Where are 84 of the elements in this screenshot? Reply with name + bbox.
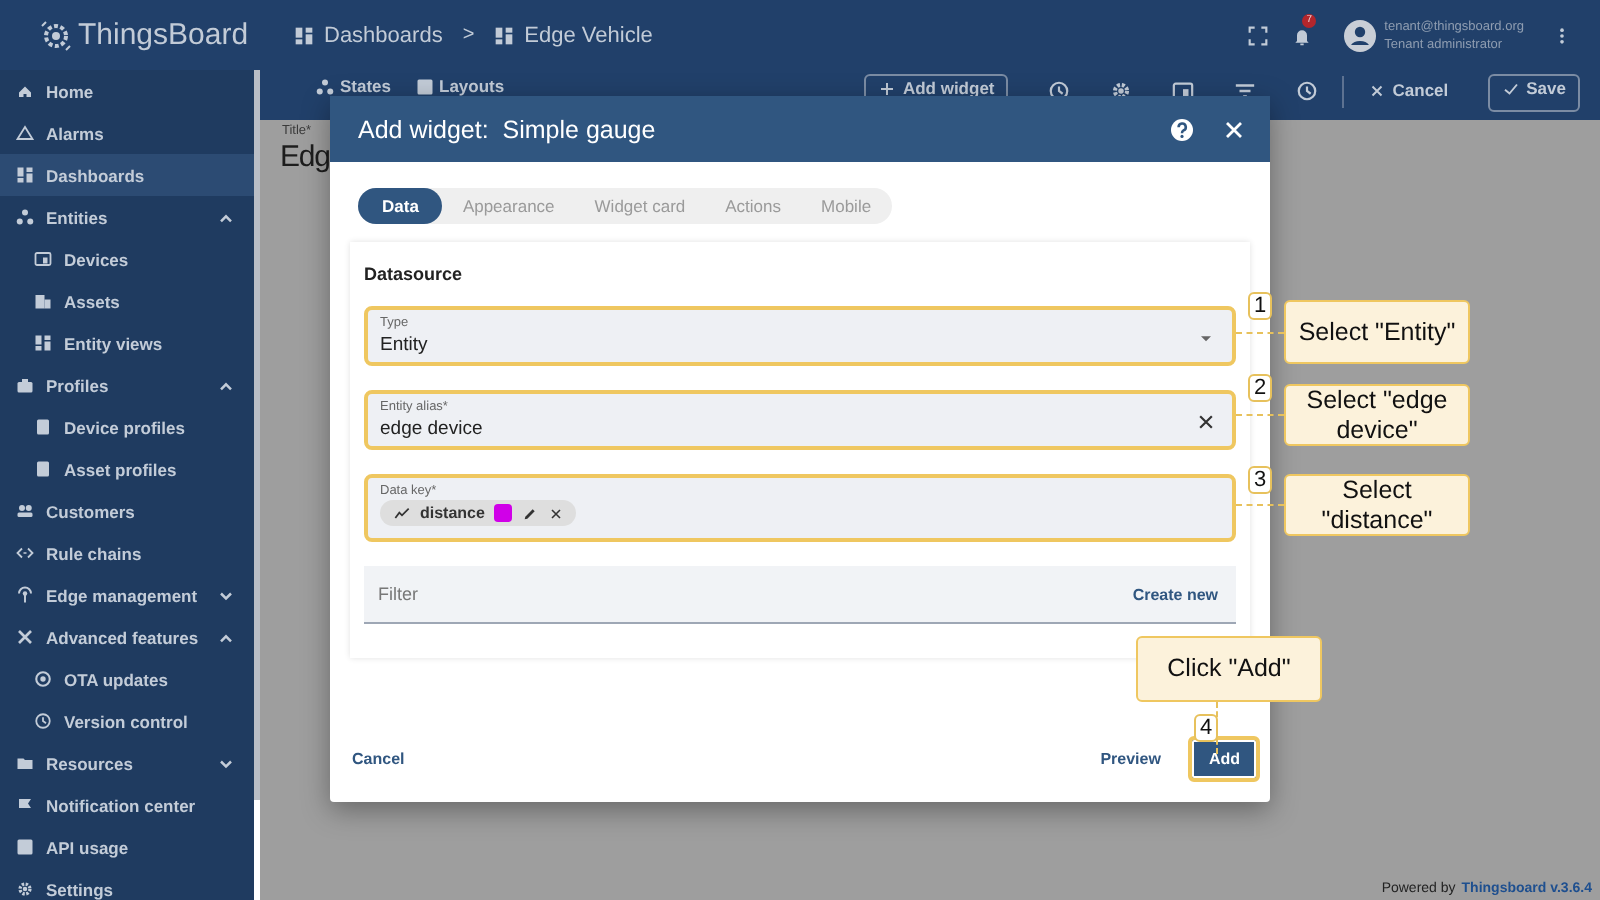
sidebar-item[interactable]: Entities [0, 196, 254, 238]
step-number: 2 [1248, 374, 1272, 402]
close-icon[interactable] [1196, 412, 1216, 432]
sidebar-item[interactable]: Dashboards [0, 154, 254, 196]
step-number: 4 [1194, 714, 1218, 742]
sidebar-item[interactable]: OTA updates [0, 658, 254, 700]
create-new-link[interactable]: Create new [1132, 586, 1218, 604]
avatar-icon[interactable] [1344, 19, 1377, 51]
sidebar-item[interactable]: Device profiles [0, 406, 254, 448]
trend-icon [394, 505, 410, 521]
dashboard-icon [34, 334, 52, 352]
toolbar-button[interactable]: States [316, 76, 392, 96]
sidebar-item[interactable]: Version control [0, 700, 254, 742]
sidebar-item[interactable]: Home [0, 70, 254, 112]
section-title: Datasource [364, 264, 465, 284]
dashboard-icon [494, 25, 515, 45]
screen-icon[interactable] [1172, 80, 1195, 102]
sidebar-item[interactable]: Entity views [0, 322, 254, 364]
sidebar-item[interactable]: Advanced features [0, 616, 254, 658]
help-icon[interactable] [1170, 117, 1194, 141]
edit-icon[interactable] [522, 505, 539, 521]
dashboard-title: Edg [280, 138, 330, 178]
sidebar-item[interactable]: Notification center [0, 784, 254, 826]
callout: Select "distance" [1284, 474, 1470, 536]
dialog-title: Add widget: Simple gauge [358, 115, 658, 143]
history-icon [34, 712, 52, 730]
settings-icon[interactable] [1110, 80, 1133, 102]
sidebar-item[interactable]: API usage [0, 826, 254, 868]
antenna-icon [16, 586, 34, 604]
cancel-button[interactable]: Cancel [348, 739, 409, 777]
breadcrumb-link[interactable]: Dashboards [294, 23, 443, 47]
code-icon [16, 544, 34, 562]
sidebar-item[interactable]: Assets [0, 280, 254, 322]
preview-button[interactable]: Preview [1096, 739, 1165, 777]
save-button[interactable]: Save [1488, 74, 1580, 112]
sidebar-item[interactable]: Alarms [0, 112, 254, 154]
data-key-chip[interactable]: distance [380, 500, 577, 526]
flag-icon [16, 796, 34, 814]
sidebar-item[interactable]: Asset profiles [0, 448, 254, 490]
folder-icon [16, 754, 34, 772]
building-icon [34, 292, 52, 310]
callout: Select "Entity" [1284, 300, 1470, 364]
sidebar-item[interactable]: Customers [0, 490, 254, 532]
plus-icon [878, 79, 897, 97]
filter-icon[interactable] [1234, 80, 1257, 102]
sidebar-item[interactable]: Settings [0, 868, 254, 900]
document-icon [34, 460, 52, 478]
dashboard-icon [294, 25, 314, 45]
check-icon [1502, 79, 1521, 97]
close-icon[interactable] [548, 505, 565, 521]
breadcrumb-link[interactable]: Edge Vehicle [494, 23, 653, 47]
sidebar-item[interactable]: Edge management [0, 574, 254, 616]
people-icon [16, 502, 34, 520]
settings-icon [16, 880, 34, 898]
bell-icon[interactable] [1292, 25, 1313, 45]
close-icon [1368, 81, 1387, 99]
app-name: ThingsBoard [78, 18, 249, 52]
add-button[interactable]: Add [1188, 735, 1260, 781]
sidebar-item[interactable]: Rule chains [0, 532, 254, 574]
briefcase-icon [16, 376, 34, 394]
clock-icon[interactable] [1048, 80, 1071, 102]
color-swatch[interactable] [494, 504, 513, 522]
home-icon [16, 82, 34, 100]
tab[interactable]: Data [358, 188, 443, 224]
toolbar-button[interactable]: Layouts [415, 76, 505, 96]
target-icon [34, 670, 52, 688]
callout: Select "edge device" [1284, 384, 1470, 446]
callout: Click "Add" [1136, 636, 1322, 702]
sidebar-item[interactable]: Devices [0, 238, 254, 280]
breadcrumb-separator: > [462, 24, 475, 46]
scrollbar[interactable] [254, 70, 260, 800]
document-icon [34, 418, 52, 436]
logo-icon [40, 19, 72, 51]
sidebar-item[interactable]: Profiles [0, 364, 254, 406]
dashboard-icon [16, 166, 34, 184]
sidebar-item[interactable]: Resources [0, 742, 254, 784]
step-number: 1 [1248, 292, 1272, 320]
fullscreen-icon[interactable] [1248, 25, 1269, 45]
device-icon [34, 250, 52, 268]
cancel-button[interactable]: Cancel [1368, 80, 1449, 100]
hierarchy-icon [16, 208, 34, 226]
step-number: 3 [1248, 466, 1272, 494]
history-icon[interactable] [1296, 80, 1319, 102]
warning-icon [16, 124, 34, 142]
